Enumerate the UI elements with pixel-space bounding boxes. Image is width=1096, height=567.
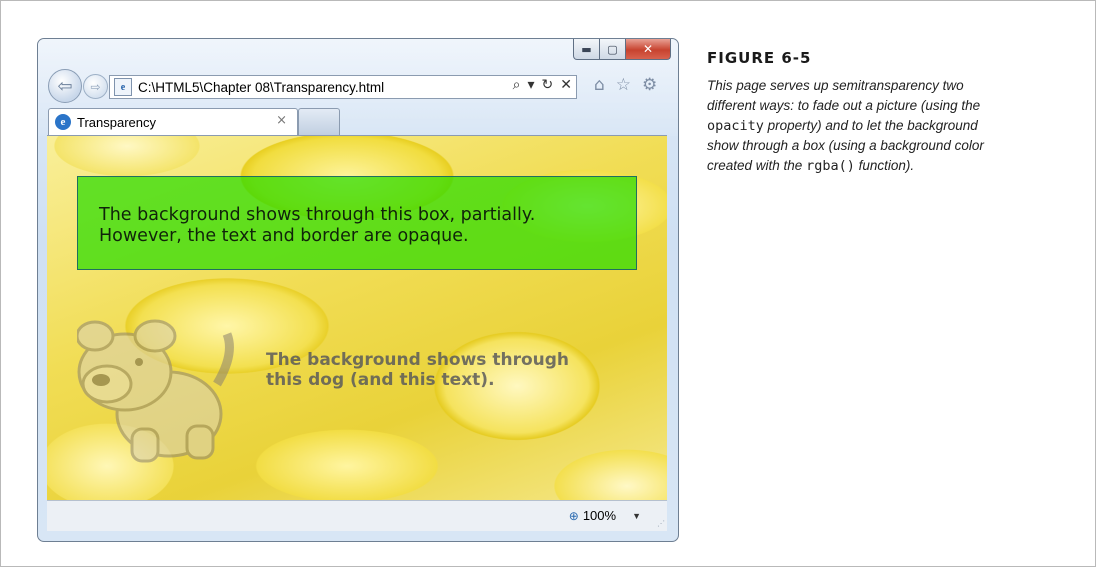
status-bar: ⊕ 100% ▼ ⋰	[47, 500, 667, 531]
box-text-line-2: However, the text and border are opaque.	[99, 226, 469, 246]
maximize-icon: ▢	[607, 42, 618, 56]
maximize-button[interactable]: ▢	[600, 39, 626, 60]
close-window-button[interactable]: ✕	[626, 39, 671, 60]
dog-caption-text: The background shows through this dog (a…	[266, 350, 569, 390]
zoom-dropdown-icon[interactable]: ▼	[632, 511, 641, 521]
browser-window: ▬ ▢ ✕ ⇦ ⇨ e C:\HTML5\Chapter 08\Transpar…	[37, 38, 679, 542]
dog-image	[77, 319, 234, 463]
dog-ear-left	[77, 320, 115, 352]
dog-text-line-2: this dog (and this text).	[266, 370, 495, 390]
forward-arrow-icon: ⇨	[90, 79, 101, 94]
page-viewport: The background shows through this box, p…	[47, 135, 667, 500]
dog-leg-front	[130, 427, 160, 463]
back-arrow-icon: ⇦	[57, 75, 73, 97]
code-opacity: opacity	[707, 118, 764, 134]
ie-tab-icon: e	[55, 114, 71, 130]
caption-line-5-post: function).	[854, 158, 915, 173]
tab-close-icon[interactable]: ×	[276, 113, 287, 128]
dog-leg-back	[185, 424, 215, 460]
figure-caption: This page serves up semitransparency two…	[707, 76, 1059, 176]
home-icon[interactable]: ⌂	[594, 75, 605, 95]
box-text: The background shows through this box, p…	[99, 205, 619, 247]
code-rgba: rgba()	[806, 158, 855, 174]
back-button[interactable]: ⇦	[48, 69, 82, 103]
dog-tail	[213, 332, 234, 387]
address-url[interactable]: C:\HTML5\Chapter 08\Transparency.html	[138, 80, 384, 95]
dog-nose	[92, 374, 110, 386]
search-icon[interactable]: ⌕	[513, 77, 521, 93]
caption-line-3-text: property) and to let the background	[763, 118, 978, 133]
ie-page-icon: e	[114, 78, 132, 96]
caption-line-5-pre: created with the	[707, 158, 807, 173]
resize-grip-icon[interactable]: ⋰	[657, 519, 665, 528]
dog-eye	[135, 358, 143, 366]
window-caption-buttons: ▬ ▢ ✕	[573, 39, 671, 60]
browser-toolbar-icons: ⌂ ☆ ⚙	[594, 75, 657, 95]
minimize-icon: ▬	[581, 42, 592, 56]
tab-label: Transparency	[77, 114, 156, 130]
address-bar-icons: ⌕ ▾ ↻ ✕	[513, 77, 572, 93]
zoom-level: 100%	[582, 508, 617, 523]
caption-line-4: show through a box (using a background c…	[707, 138, 984, 153]
new-tab-button[interactable]	[298, 108, 340, 135]
stop-icon[interactable]: ✕	[560, 77, 572, 93]
dog-ear-right	[133, 319, 177, 353]
tools-gear-icon[interactable]: ⚙	[642, 75, 657, 95]
caption-line-1: This page serves up semitransparency two	[707, 78, 964, 93]
favorites-star-icon[interactable]: ☆	[616, 75, 631, 95]
box-text-line-1: The background shows through this box, p…	[99, 205, 536, 225]
zoom-control[interactable]: ⊕ 100% ▼	[569, 508, 641, 523]
semitransparent-box: The background shows through this box, p…	[77, 176, 637, 270]
caption-line-2: different ways: to fade out a picture (u…	[707, 98, 981, 113]
close-icon: ✕	[642, 42, 654, 56]
dropdown-icon[interactable]: ▾	[528, 77, 535, 93]
address-bar[interactable]: e C:\HTML5\Chapter 08\Transparency.html …	[109, 75, 577, 99]
minimize-button[interactable]: ▬	[573, 39, 600, 60]
dog-text-line-1: The background shows through	[266, 350, 570, 370]
figure-title: FIGURE 6-5	[707, 49, 812, 67]
refresh-icon[interactable]: ↻	[542, 77, 554, 93]
caption-line-3: opacity property) and to let the backgro…	[707, 116, 1059, 136]
forward-button[interactable]: ⇨	[83, 74, 108, 99]
tab-transparency[interactable]: e Transparency ×	[48, 108, 298, 135]
zoom-icon: ⊕	[568, 508, 579, 523]
caption-line-5: created with the rgba() function).	[707, 156, 1059, 176]
